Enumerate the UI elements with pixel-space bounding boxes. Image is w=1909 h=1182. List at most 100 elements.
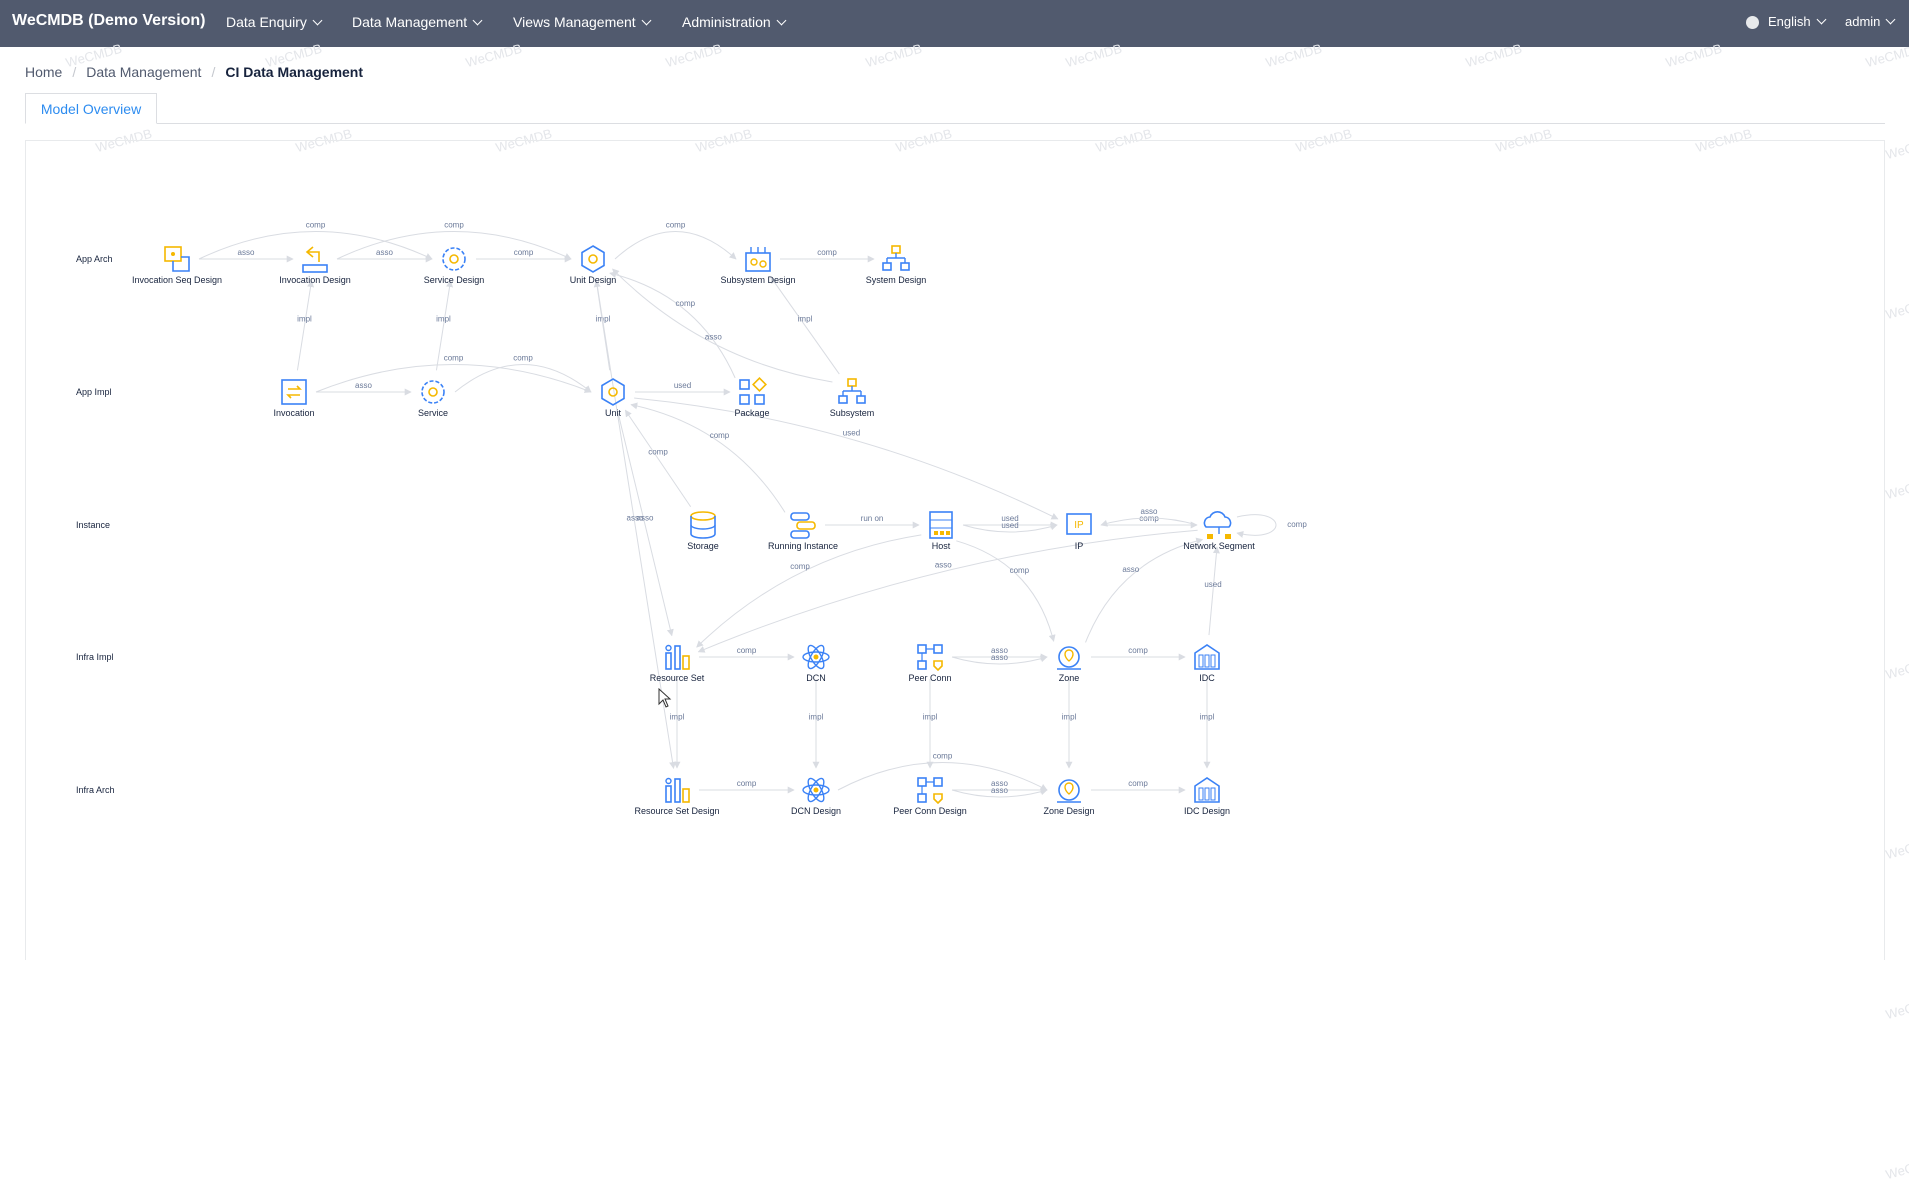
edge-label: comp [676,299,696,308]
ci-node-rsd[interactable]: Resource Set Design [634,777,720,817]
node-label: DCN [806,673,826,683]
relation-edge[interactable] [296,280,315,371]
relation-edge[interactable] [454,364,592,393]
node-label: IDC Design [1184,806,1230,816]
resource-set-design-icon [665,777,690,803]
ci-node-zone[interactable]: Zone [1057,646,1081,683]
chevron-down-icon [1816,14,1827,25]
relation-edge[interactable] [1236,514,1277,538]
edge-label: comp [1010,566,1030,575]
edge-label: comp [710,431,730,440]
relation-edge[interactable] [614,231,737,260]
ci-node-peer[interactable]: Peer Conn [908,644,952,683]
relation-edge[interactable] [624,409,692,508]
node-label: Service Design [424,275,485,285]
ci-node-unitd[interactable]: Unit Design [570,245,617,285]
edge-label: comp [444,221,464,230]
breadcrumb-data-management[interactable]: Data Management [86,64,201,80]
relation-edge[interactable] [1208,546,1220,636]
peer-conn-icon [917,644,943,672]
layer-label: App Arch [76,254,113,264]
ci-node-zoned[interactable]: Zone Design [1043,779,1095,816]
edge-label: used [1001,521,1018,530]
node-label: Unit [605,408,622,418]
relation-edge[interactable] [612,268,833,383]
node-label: System Design [866,275,927,285]
breadcrumb: Home / Data Management / CI Data Management [25,64,363,80]
edge-label: asso [637,514,654,523]
network-segment-icon [1203,511,1232,539]
menu-data-enquiry[interactable]: Data Enquiry [226,14,323,30]
node-label: Invocation Seq Design [132,275,222,285]
ip-icon: IP [1066,513,1092,535]
ci-node-subd[interactable]: Subsystem Design [720,247,796,285]
ci-node-rs[interactable]: Resource Set [650,644,705,684]
watermark-text: WeCMDB [1884,132,1909,163]
idc-design-icon [1194,777,1220,803]
ci-node-host[interactable]: Host [929,511,953,551]
ci-node-run[interactable]: Running Instance [768,512,838,551]
relation-edge[interactable] [956,540,1056,642]
watermark-text: WeCMDB [1884,472,1909,503]
model-graph[interactable]: asso asso comp comp comp comp comp impl impl comp… [26,141,1885,960]
chevron-down-icon [641,15,652,26]
mouse-cursor-icon [658,688,672,708]
edge-label: asso [1122,565,1139,574]
breadcrumb-home[interactable]: Home [25,64,62,80]
ci-node-svcd[interactable]: Service Design [424,247,485,285]
edge-label: comp [817,248,837,257]
ci-node-dcnd[interactable]: DCN Design [791,776,841,816]
unit-design-icon [581,245,605,273]
package-icon [739,377,767,405]
edge-label: comp [306,221,326,230]
ci-node-invd[interactable]: Invocation Design [279,246,351,285]
node-label: Subsystem [830,408,875,418]
edge-label: impl [809,713,824,722]
edge-label: impl [436,315,451,324]
tab-model-overview[interactable]: Model Overview [25,93,157,124]
menu-data-management[interactable]: Data Management [352,14,483,30]
relation-edge[interactable] [609,271,736,379]
host-icon [929,511,953,539]
relation-edge[interactable] [198,231,433,260]
idc-icon [1194,644,1220,670]
edge-label: asso [376,248,393,257]
running-instance-icon [790,512,816,539]
ci-node-pkg[interactable]: Package [734,377,770,418]
edge-label: comp [737,779,757,788]
relation-edge[interactable] [696,534,922,648]
edge-label: asso [935,561,952,570]
edge-label: comp [648,448,668,457]
node-label: Service [418,408,448,418]
zone-design-icon [1057,779,1081,803]
layer-label: Infra Impl [76,652,114,662]
node-label: IDC [1199,673,1215,683]
ci-node-svc[interactable]: Service [418,380,448,418]
app-title[interactable]: WeCMDB (Demo Version) [12,12,206,30]
ci-node-idc[interactable]: IDC [1194,644,1220,683]
menu-administration[interactable]: Administration [682,14,787,30]
ci-node-invseqd[interactable]: Invocation Seq Design [132,246,222,285]
language-selector[interactable]: English [1768,14,1827,29]
edge-label: comp [933,752,953,761]
edge-label: impl [670,713,685,722]
ci-node-inv[interactable]: Invocation [273,379,315,418]
menu-views-management[interactable]: Views Management [513,14,652,30]
storage-icon [690,511,716,539]
ci-node-netseg[interactable]: Network Segment [1183,511,1255,551]
invocation-icon [281,379,307,405]
ci-node-stor[interactable]: Storage [687,511,719,551]
ci-node-sysd[interactable]: System Design [866,245,927,285]
relation-edge[interactable] [630,402,786,513]
relation-edge[interactable] [1085,537,1204,643]
user-name: admin [1845,14,1881,29]
ci-node-sub[interactable]: Subsystem [830,378,875,418]
edge-label: comp [444,354,464,363]
ci-node-dcn[interactable]: DCN [802,643,830,683]
ci-node-idcd[interactable]: IDC Design [1184,777,1230,816]
ci-node-peerd[interactable]: Peer Conn Design [893,777,967,816]
relation-edge[interactable] [770,276,840,375]
edge-label: impl [1062,713,1077,722]
language-label: English [1768,14,1811,29]
user-menu[interactable]: admin [1845,14,1896,29]
